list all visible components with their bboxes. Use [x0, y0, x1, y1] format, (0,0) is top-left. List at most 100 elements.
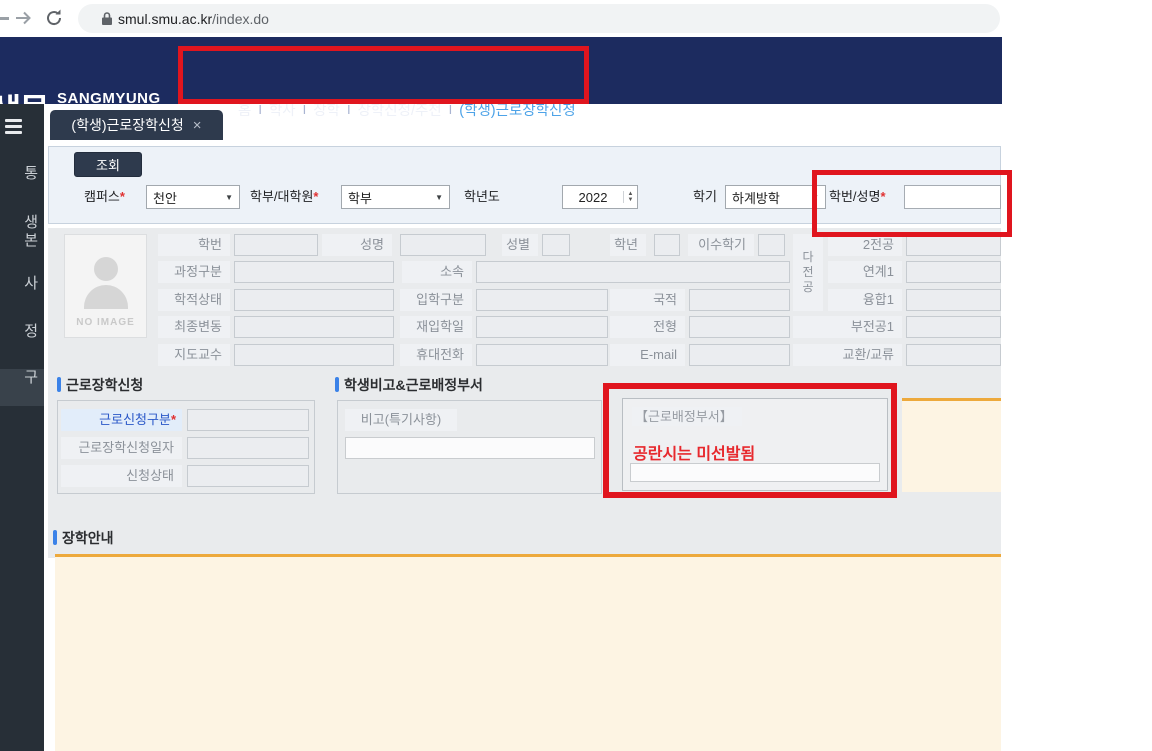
multi-major-label: 다전공 [793, 234, 823, 311]
semester-select[interactable]: 하계방학▼ [725, 185, 826, 209]
guide-content-area [55, 557, 1001, 751]
apply-status-label: 신청상태 [61, 465, 182, 487]
student-id-name-input[interactable] [904, 185, 1001, 209]
enrollment-status-label: 학적상태 [158, 289, 230, 311]
year-spinner[interactable]: 2022 ▲▼ [562, 185, 638, 209]
no-image-text: NO IMAGE [65, 317, 146, 328]
tab-title: (학생)근로장학신청 [71, 115, 183, 135]
section-bar [53, 530, 57, 545]
second-major-field [906, 234, 1001, 256]
affiliation-field [476, 261, 790, 283]
work-section-title: 근로장학신청 [66, 377, 143, 393]
nationality-field [689, 289, 790, 311]
logo-name: SANGMYUNG [57, 90, 161, 107]
enrollment-status-field [234, 289, 394, 311]
email-label: E-mail [610, 344, 685, 366]
remarks-section-title: 학생비고&근로배정부서 [344, 377, 483, 393]
student-id-name-label: 학번/성명* [829, 185, 886, 209]
name-field [400, 234, 486, 256]
sidebar-item-student[interactable]: 생 [0, 213, 38, 233]
last-change-field [234, 316, 394, 338]
nav-item-haksa[interactable]: 학사 [269, 99, 296, 120]
mobile-phone-field [476, 344, 608, 366]
section-bar [335, 377, 339, 392]
exchange-label: 교환/교류 [793, 344, 902, 366]
page: smul.smu.ac.kr/index.do 샘물 SANGMYUNG 통합정… [0, 0, 1152, 751]
lock-icon [100, 11, 114, 26]
student-id-field [234, 234, 318, 256]
guide-section-title: 장학안내 [62, 530, 114, 546]
grade-field [654, 234, 680, 256]
semester-label: 학기 [693, 185, 717, 209]
apply-date-label: 근로장학신청일자 [61, 437, 182, 459]
unselected-note: 공란시는 미선발됨 [633, 440, 755, 464]
nav-item-apply-recommend[interactable]: 장학신청/추천 [358, 99, 442, 120]
apply-type-label: 근로신청구분* [61, 409, 182, 431]
minor1-field [906, 316, 1001, 338]
second-major-label: 2전공 [828, 234, 902, 256]
refresh-icon[interactable] [44, 8, 64, 28]
caret-down-icon: ▼ [225, 193, 233, 202]
last-change-label: 최종변동 [158, 316, 230, 338]
assignment-dept-label: 【근로배정부서】 [632, 407, 742, 426]
division-label: 학부/대학원* [250, 185, 318, 209]
admission-type-label: 입학구분 [400, 289, 472, 311]
nav-home[interactable]: 홈 [238, 99, 251, 120]
campus-select[interactable]: 천안▼ [146, 185, 240, 209]
advisor-label: 지도교수 [158, 344, 230, 366]
nationality-label: 국적 [610, 289, 685, 311]
nav-separator: I [347, 102, 351, 117]
gender-label: 성별 [502, 234, 538, 256]
division-select[interactable]: 학부▼ [341, 185, 450, 209]
address-bar[interactable]: smul.smu.ac.kr/index.do [78, 4, 1000, 33]
admission-track-label: 전형 [610, 316, 685, 338]
course-type-field [234, 261, 394, 283]
caret-down-icon: ▼ [811, 193, 819, 202]
sidebar-item-research[interactable]: 구 [0, 368, 38, 388]
browser-chrome: smul.smu.ac.kr/index.do [0, 0, 1152, 36]
section-bar [57, 377, 61, 392]
sidebar-item-admin[interactable]: 정 [0, 322, 38, 342]
sidebar-item-basic[interactable]: 본 [0, 231, 38, 251]
back-icon[interactable] [0, 17, 9, 20]
caret-down-icon: ▼ [435, 193, 443, 202]
sidebar-item-academic[interactable]: 사 [0, 274, 38, 294]
apply-status-field [187, 465, 309, 487]
assignment-dept-field [630, 463, 880, 482]
nav-separator: I [258, 102, 262, 117]
convergence-major1-field [906, 289, 1001, 311]
admission-track-field [689, 316, 790, 338]
nav-item-janghak[interactable]: 장학 [313, 99, 340, 120]
admission-type-field [476, 289, 608, 311]
menu-icon[interactable] [5, 119, 22, 137]
gender-field [542, 234, 570, 256]
convergence-major1-label: 융합1 [828, 289, 902, 311]
tab-close-icon[interactable]: × [193, 117, 202, 134]
apply-date-field [187, 437, 309, 459]
search-button[interactable]: 조회 [74, 152, 142, 177]
email-field [689, 344, 790, 366]
nav-separator: I [449, 102, 453, 117]
url-text: smul.smu.ac.kr/index.do [118, 11, 269, 27]
nav-separator: I [303, 102, 307, 117]
course-type-label: 과정구분 [158, 261, 230, 283]
tab-work-scholarship[interactable]: (학생)근로장학신청 × [50, 110, 223, 140]
name-label: 성명 [322, 234, 392, 256]
student-photo-placeholder: NO IMAGE [64, 234, 147, 338]
advisor-field [234, 344, 394, 366]
affiliation-label: 소속 [402, 261, 472, 283]
campus-label: 캠퍼스* [84, 185, 125, 209]
grade-label: 학년 [610, 234, 646, 256]
completed-terms-field [758, 234, 785, 256]
url-path: /index.do [212, 11, 269, 27]
nav-item-work-scholarship[interactable]: (학생)근로장학신청 [459, 99, 575, 120]
year-label: 학년도 [464, 185, 500, 209]
readmission-date-label: 재입학일 [400, 316, 472, 338]
spinner-arrows-icon[interactable]: ▲▼ [623, 191, 637, 203]
minor1-label: 부전공1 [793, 316, 902, 338]
remarks-field [345, 437, 595, 459]
guide-side-panel [902, 398, 1001, 492]
forward-icon[interactable] [13, 8, 33, 28]
sidebar: 통 생 본 사 정 구 [0, 104, 44, 751]
sidebar-item-common[interactable]: 통 [0, 164, 38, 184]
